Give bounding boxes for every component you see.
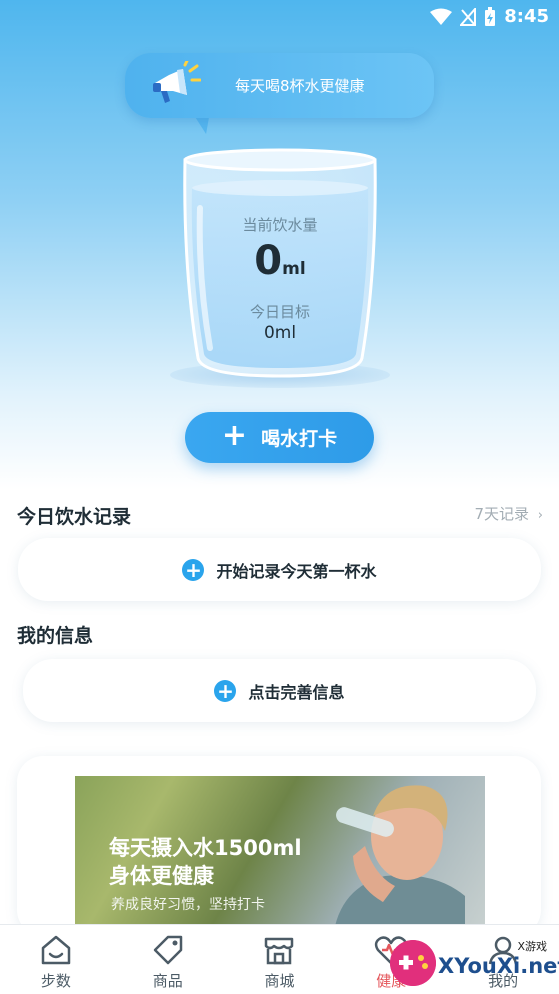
home-icon [41,935,71,965]
current-intake-number: 0 [254,238,283,284]
seven-day-records-link[interactable]: 7天记录 › [474,503,543,524]
bubble-text: 每天喝8杯水更健康 [235,77,365,95]
store-icon [265,937,294,965]
seven-day-records-label: 7天记录 [474,505,530,523]
drink-checkin-label: 喝水打卡 [261,428,338,450]
goal-value: 0ml [263,323,297,343]
status-time: 8:45 [504,6,549,27]
wifi-icon [430,8,453,25]
current-intake-unit: ml [282,259,306,279]
nav-label: 商城 [264,972,295,990]
goal-label: 今日目标 [249,303,310,321]
watermark-small: X游戏 [517,940,547,953]
nav-item-mall[interactable]: 商城 [224,925,336,994]
tag-icon [153,935,182,965]
hydration-banner[interactable]: 每天摄入水1500ml 身体更健康 养成良好习惯，坚持打卡 [75,776,485,926]
start-record-card[interactable]: + 开始记录今天第一杯水 [18,538,541,601]
nav-label: 步数 [40,972,71,990]
nav-item-products[interactable]: 商品 [112,925,224,994]
banner-subline: 养成良好习惯，坚持打卡 [111,897,265,913]
signal-icon [460,7,477,26]
plus-icon: + [221,418,248,453]
battery-icon [485,6,496,26]
complete-info-card[interactable]: + 点击完善信息 [23,659,536,722]
person-drinking-image [335,785,465,926]
records-section-title: 今日饮水记录 [17,506,132,528]
banner-headline-1: 每天摄入水1500ml [109,836,302,860]
plus-circle-icon: + [214,679,237,702]
info-section-title: 我的信息 [17,625,94,647]
plus-circle-icon: + [182,558,205,581]
site-watermark: X游戏 XYouXi.net [384,934,559,994]
watermark-text: XYouXi.net [438,954,559,978]
status-bar: 8:45 [0,0,559,34]
current-intake-value: 0ml [180,238,380,284]
nav-item-steps[interactable]: 步数 [0,925,112,994]
banner-headline-2: 身体更健康 [109,864,214,888]
tip-bubble: 每天喝8杯水更健康 [125,53,434,118]
complete-info-label: 点击完善信息 [248,682,345,702]
drink-checkin-button[interactable]: + 喝水打卡 [185,412,374,463]
chevron-right-icon: › [537,508,543,523]
start-record-label: 开始记录今天第一杯水 [216,561,377,581]
current-intake-label: 当前饮水量 [242,216,318,234]
nav-label: 商品 [152,972,183,990]
gamepad-logo [390,940,436,986]
